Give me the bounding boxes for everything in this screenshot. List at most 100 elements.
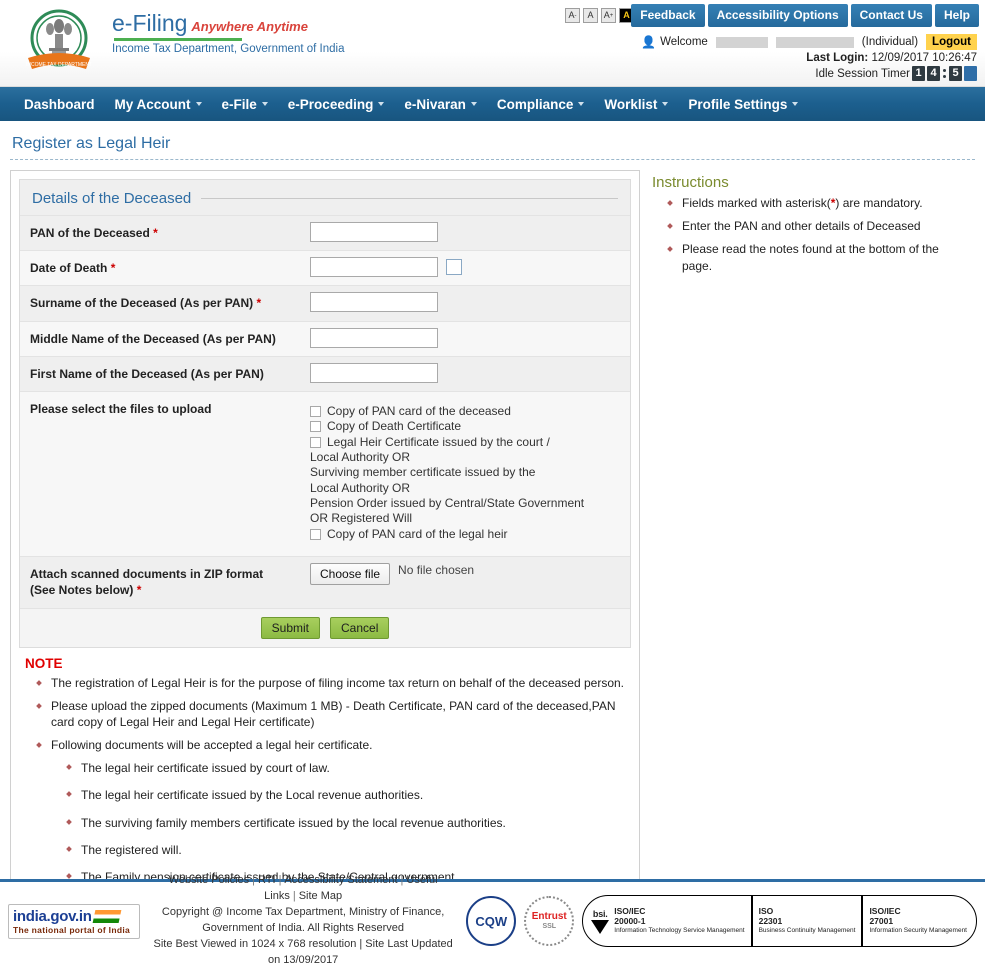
- field-row-file-select: Please select the files to upload Copy o…: [20, 390, 630, 557]
- nav-item-e-nivaran[interactable]: e-Nivaran: [394, 97, 487, 112]
- brand-title: e-Filing Anywhere Anytime: [112, 10, 308, 36]
- help-button[interactable]: Help: [934, 4, 979, 27]
- note-subitem: The legal heir certificate issued by the…: [65, 787, 631, 803]
- nav-label: e-Nivaran: [404, 96, 466, 112]
- pan-input[interactable]: [310, 222, 438, 242]
- nav-item-e-file[interactable]: e-File: [212, 97, 278, 112]
- nav-item-dashboard[interactable]: Dashboard: [14, 97, 105, 112]
- cancel-button[interactable]: Cancel: [330, 616, 390, 639]
- instructions-column: Instructions Fields marked with asterisk…: [640, 170, 972, 281]
- surname-label: Surname of the Deceased (As per PAN) *: [30, 296, 262, 311]
- middle-name-label: Middle Name of the Deceased (As per PAN): [30, 331, 276, 346]
- footer-link-rti[interactable]: RTI: [258, 874, 276, 886]
- contact-us-button[interactable]: Contact Us: [850, 4, 932, 27]
- idle-session-timer: Idle Session Timer 1 4 5: [815, 66, 977, 81]
- checkbox-row-death-certificate[interactable]: Copy of Death Certificate: [310, 419, 584, 434]
- nav-label: Compliance: [496, 96, 574, 112]
- choose-file-button[interactable]: Choose file: [310, 563, 391, 586]
- pan-label: PAN of the Deceased *: [30, 226, 158, 240]
- field-row-pan: PAN of the Deceased *: [20, 215, 630, 251]
- note-item: The registration of Legal Heir is for th…: [35, 675, 631, 691]
- field-row-surname: Surname of the Deceased (As per PAN) *: [20, 285, 630, 321]
- instruction-item-read-notes: Please read the notes found at the botto…: [666, 241, 972, 273]
- footer-link-accessibility-statement[interactable]: Accessibility Statement: [284, 874, 397, 886]
- checkbox-icon[interactable]: [310, 405, 321, 417]
- nav-item-compliance[interactable]: Compliance: [487, 97, 595, 112]
- files-to-upload-control: Copy of PAN card of the deceased Copy of…: [310, 392, 630, 556]
- nav-label: Dashboard: [24, 96, 95, 112]
- nav-label: e-Proceeding: [287, 96, 374, 112]
- iso-number: 27001: [869, 915, 894, 926]
- checkbox-row-legal-heir-certificate[interactable]: Legal Heir Certificate issued by the cou…: [310, 435, 584, 450]
- footer-link-site-map[interactable]: Site Map: [299, 890, 342, 902]
- nav-item-e-proceeding[interactable]: e-Proceeding: [278, 97, 395, 112]
- welcome-label: Welcome: [660, 36, 708, 48]
- checkbox-label: Copy of Death Certificate: [327, 419, 462, 434]
- submit-button[interactable]: Submit: [260, 616, 320, 639]
- page-root: INCOME TAX DEPARTMENT e-Filing Anywhere A…: [0, 0, 985, 966]
- date-of-death-input[interactable]: [310, 257, 438, 278]
- iso-description: Information Security Management: [869, 927, 967, 935]
- font-normal-button[interactable]: A: [583, 8, 598, 23]
- checkbox-row-pan-legal-heir[interactable]: Copy of PAN card of the legal heir: [310, 527, 584, 542]
- checkbox-icon[interactable]: [310, 528, 321, 540]
- last-login: Last Login: 12/09/2017 10:26:47: [806, 52, 977, 64]
- note-list: The registration of Legal Heir is for th…: [19, 675, 631, 886]
- logout-button[interactable]: Logout: [926, 34, 977, 50]
- entrust-label: Entrust: [531, 911, 567, 923]
- user-type-label: (Individual): [861, 36, 919, 48]
- iso-segment-22301: ISO 22301 Business Continuity Management: [751, 895, 863, 947]
- timer-refresh-icon[interactable]: [964, 66, 977, 81]
- footer-link-website-policies[interactable]: Website Policies: [169, 874, 250, 886]
- note-sublist: The legal heir certificate issued by cou…: [51, 760, 631, 885]
- font-increase-button[interactable]: A +: [601, 8, 616, 23]
- checkbox-row-pan-deceased[interactable]: Copy of PAN card of the deceased: [310, 404, 584, 419]
- files-to-upload-label: Please select the files to upload: [30, 401, 212, 416]
- brand-block: e-Filing Anywhere Anytime Income Tax Depa…: [112, 10, 344, 55]
- calendar-icon[interactable]: [446, 259, 462, 276]
- title-divider: [10, 159, 975, 160]
- attach-control: Choose file No file chosen: [310, 557, 630, 591]
- nav-item-my-account[interactable]: My Account: [105, 97, 212, 112]
- nav-label: e-File: [221, 96, 257, 112]
- timer-colon-icon: [942, 66, 947, 81]
- panel-header: Details of the Deceased: [20, 180, 630, 215]
- accessibility-options-button[interactable]: Accessibility Options: [707, 4, 848, 27]
- nav-item-profile-settings[interactable]: Profile Settings: [678, 97, 808, 112]
- first-name-input[interactable]: [310, 362, 438, 383]
- file-status-label: No file chosen: [398, 563, 475, 578]
- national-emblem-logo: INCOME TAX DEPARTMENT: [26, 9, 92, 69]
- note-item: Please upload the zipped documents (Maxi…: [35, 698, 631, 730]
- entrust-ssl-label: SSL: [542, 922, 557, 930]
- chevron-down-icon: [470, 102, 477, 106]
- india-gov-logo[interactable]: india.gov.in The national portal of Indi…: [8, 903, 140, 939]
- instruction-item-mandatory: Fields marked with asterisk(*) are manda…: [666, 195, 972, 211]
- redacted-last-name: [775, 36, 854, 48]
- idle-digit-seconds: 5: [949, 66, 962, 81]
- nav-item-worklist[interactable]: Worklist: [594, 97, 678, 112]
- attach-label: Attach scanned documents in ZIP format (…: [30, 567, 264, 598]
- checkbox-label: Copy of PAN card of the legal heir: [327, 526, 508, 541]
- chevron-down-icon: [378, 102, 385, 106]
- page-title: Register as Legal Heir: [12, 135, 171, 152]
- checkbox-extra-line-2: Surviving member certificate issued by t…: [310, 465, 536, 480]
- surname-input[interactable]: [310, 292, 438, 313]
- bsi-heart-icon: [591, 919, 610, 934]
- field-row-date-of-death: Date of Death *: [20, 250, 630, 286]
- india-gov-subtitle: The national portal of India: [13, 924, 131, 935]
- panel-title: Details of the Deceased: [32, 190, 192, 207]
- checkbox-icon[interactable]: [310, 421, 321, 433]
- note-subitem: The legal heir certificate issued by cou…: [65, 760, 631, 776]
- middle-name-input[interactable]: [310, 327, 438, 348]
- note-heading: NOTE: [25, 655, 63, 671]
- feedback-button[interactable]: Feedback: [631, 4, 705, 27]
- instruction-item-enter-pan: Enter the PAN and other details of Decea…: [666, 218, 972, 234]
- document-checkbox-list: Copy of PAN card of the deceased Copy of…: [310, 398, 584, 550]
- last-login-value: 12/09/2017 10:26:47: [871, 52, 977, 64]
- font-decrease-button[interactable]: A-: [565, 8, 580, 23]
- form-panel-inner: Details of the Deceased PAN of the Decea…: [19, 179, 631, 648]
- nav-label: Worklist: [604, 96, 658, 112]
- instructions-list: Fields marked with asterisk(*) are manda…: [652, 195, 972, 274]
- checkbox-icon[interactable]: [310, 436, 321, 448]
- idle-digit-minutes: 1: [912, 66, 925, 81]
